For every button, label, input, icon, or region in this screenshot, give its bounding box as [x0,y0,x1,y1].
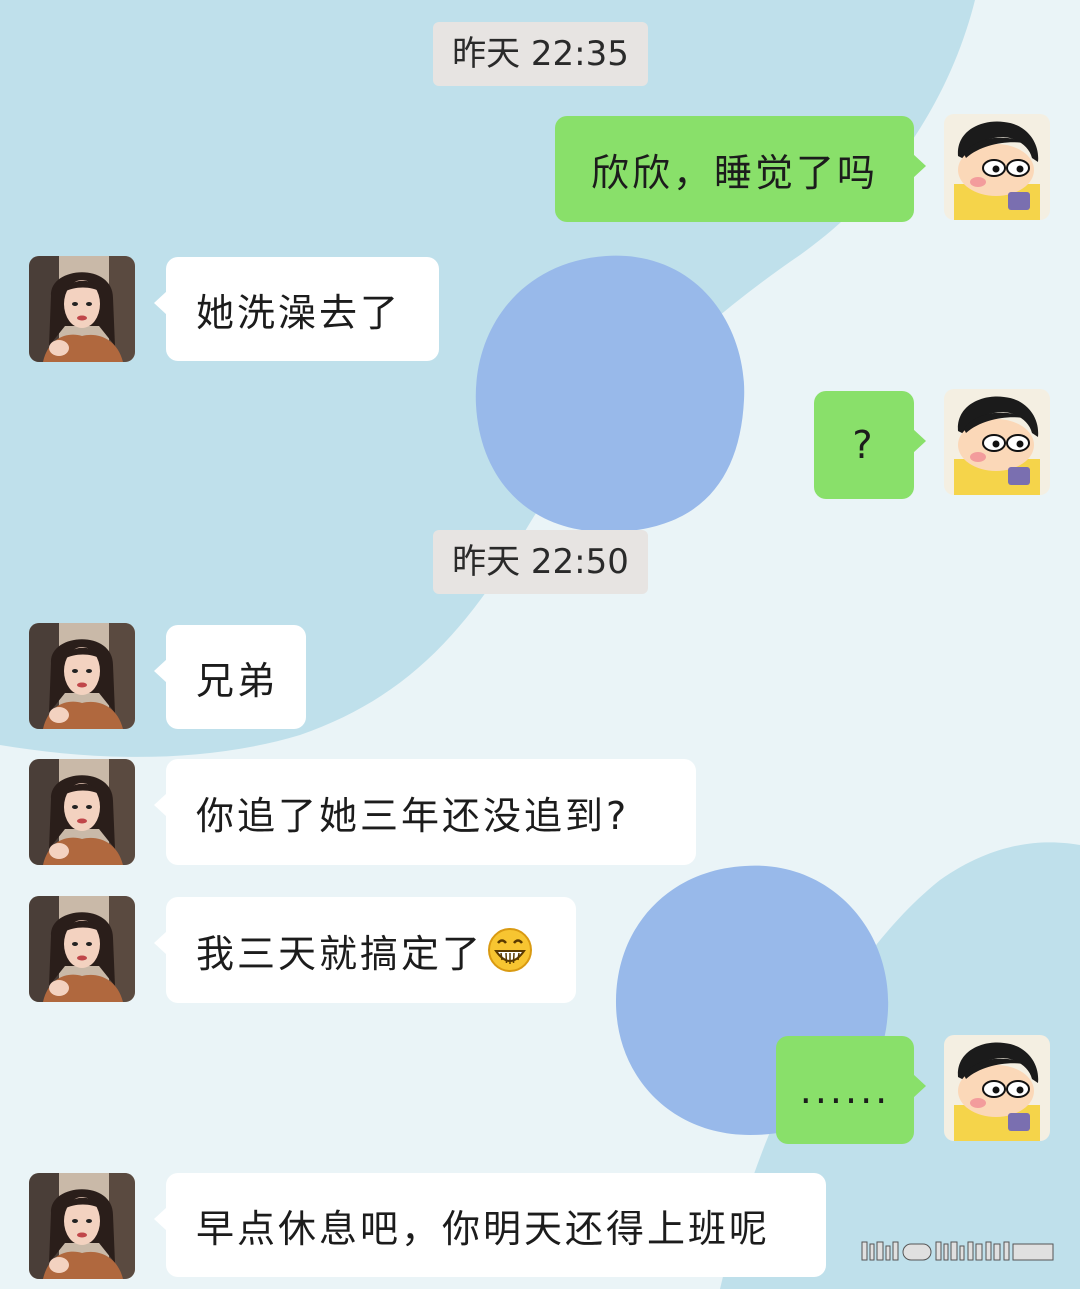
woman-portrait-avatar-icon[interactable] [29,1173,135,1279]
watermark-graphic [861,1241,1054,1261]
message-text: 你追了她三年还没追到? [196,793,630,838]
cartoon-boy-avatar-icon[interactable] [944,389,1050,495]
message-text: 我三天就搞定了 [196,931,484,976]
timestamp: 昨天 22:35 [433,22,648,86]
message-text: 早点休息吧，你明天还得上班呢 [196,1206,771,1251]
incoming-message-bubble[interactable]: 她洗澡去了 [154,257,439,361]
message-text: 她洗澡去了 [196,290,402,335]
outgoing-message-bubble[interactable]: ...... [776,1036,926,1144]
message-text: ...... [799,1068,891,1112]
woman-portrait-avatar-icon[interactable] [29,759,135,865]
incoming-message-bubble[interactable]: 你追了她三年还没追到? [154,759,696,865]
message-text: 兄弟 [196,658,279,703]
cartoon-boy-avatar-icon[interactable] [944,114,1050,220]
woman-portrait-avatar-icon[interactable] [29,896,135,1002]
outgoing-message-bubble[interactable]: ? [814,391,926,499]
incoming-message-bubble[interactable]: 早点休息吧，你明天还得上班呢 [154,1173,826,1277]
cartoon-boy-avatar-icon[interactable] [944,1035,1050,1141]
outgoing-message-bubble[interactable]: 欣欣，睡觉了吗 [555,116,926,222]
incoming-message-bubble[interactable]: 兄弟 [154,625,306,729]
woman-portrait-avatar-icon[interactable] [29,623,135,729]
woman-portrait-avatar-icon[interactable] [29,256,135,362]
message-text: 欣欣，睡觉了吗 [590,150,878,195]
incoming-message-bubble[interactable]: 我三天就搞定了 [154,897,576,1003]
message-text: ? [852,423,876,467]
grinning-face-emoji [488,928,533,972]
timestamp: 昨天 22:50 [433,530,648,594]
